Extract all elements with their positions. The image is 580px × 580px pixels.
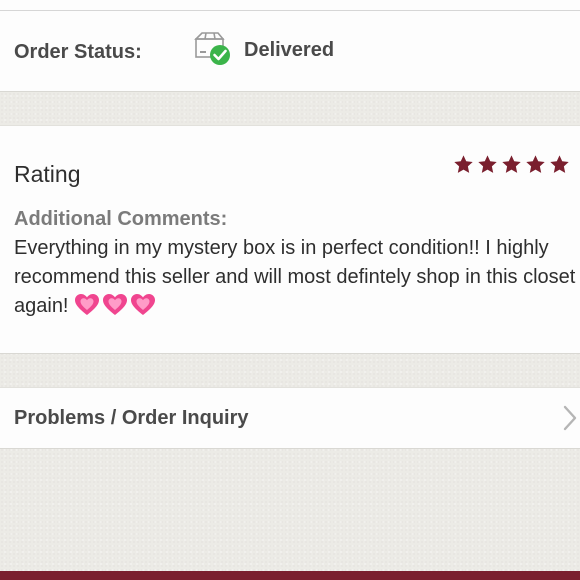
heart-emoji-icon (75, 294, 100, 315)
star-icon (454, 155, 473, 173)
problems-order-inquiry-row[interactable]: Problems / Order Inquiry (0, 387, 580, 449)
star-icon (526, 155, 545, 173)
heart-emoji-icon (103, 294, 128, 315)
bottom-bar (0, 571, 580, 580)
order-status-row: Order Status: Delivered (0, 10, 580, 92)
rating-card: Rating Additional Comments: Everything i… (0, 125, 580, 354)
star-icon (550, 155, 569, 173)
comments-body: Everything in my mystery box is in perfe… (14, 234, 580, 321)
top-strip (0, 0, 580, 10)
rating-title: Rating (14, 161, 81, 187)
star-rating (453, 154, 570, 175)
star-icon (478, 155, 497, 173)
additional-comments-label: Additional Comments: (14, 208, 228, 230)
problems-order-inquiry-label: Problems / Order Inquiry (14, 407, 249, 429)
order-status-label: Order Status: (14, 41, 142, 63)
chevron-right-icon (562, 404, 578, 432)
star-icon (502, 155, 521, 173)
heart-emojis (74, 294, 158, 317)
heart-emoji-icon (131, 294, 156, 315)
delivered-box-check-icon (192, 31, 232, 67)
order-status-value: Delivered (244, 39, 335, 61)
